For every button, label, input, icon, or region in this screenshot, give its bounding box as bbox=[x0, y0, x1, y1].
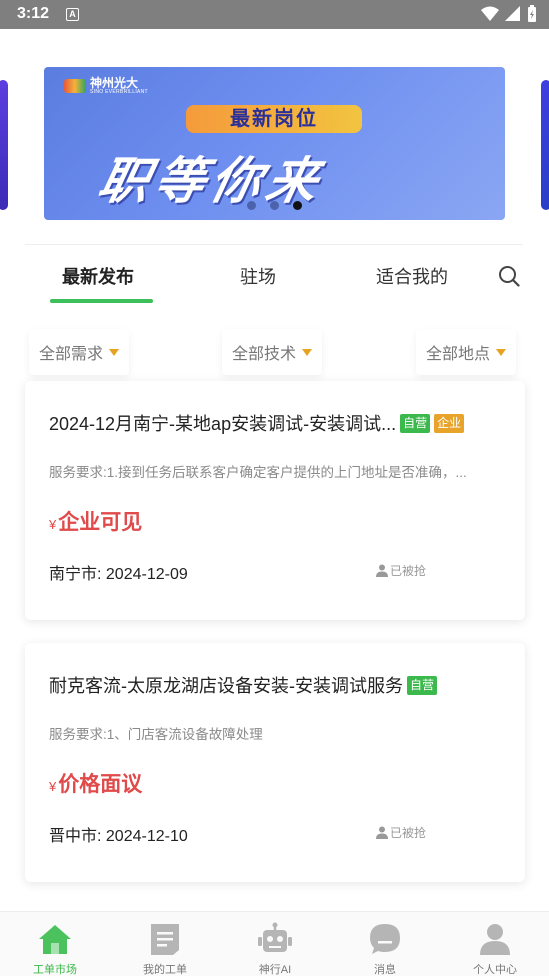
job-description: 服务要求:1.接到任务后联系客户确定客户提供的上门地址是否准确，... bbox=[49, 465, 467, 480]
wifi-icon bbox=[481, 6, 499, 21]
job-title: 耐克客流-太原龙湖店设备安装-安装调试服务 bbox=[49, 676, 403, 696]
job-status: 已被抢 bbox=[376, 562, 426, 579]
job-price: ¥企业可见 bbox=[49, 506, 142, 536]
job-card[interactable]: 耐克客流-太原龙湖店设备安装-安装调试服务 自营 服务要求:1、门店客流设备故障… bbox=[25, 643, 525, 882]
job-price-value: 企业可见 bbox=[58, 511, 143, 534]
tab-suitable[interactable]: 适合我的 bbox=[376, 263, 448, 289]
currency-symbol: ¥ bbox=[49, 779, 57, 794]
job-title-row: 耐克客流-太原龙湖店设备安装-安装调试服务 自营 bbox=[49, 672, 509, 698]
tab-latest[interactable]: 最新发布 bbox=[62, 263, 134, 289]
nav-label: 个人中心 bbox=[473, 964, 517, 976]
nav-label: 消息 bbox=[374, 964, 396, 976]
job-description: 服务要求:1、门店客流设备故障处理 bbox=[49, 727, 263, 742]
job-status-label: 已被抢 bbox=[390, 826, 427, 840]
job-card[interactable]: 2024-12月南宁-某地ap安装调试-安装调试... 自营 企业 服务要求:1… bbox=[25, 381, 525, 620]
filter-location[interactable]: 全部地点 bbox=[416, 329, 517, 375]
filter-demand-label: 全部需求 bbox=[39, 346, 104, 363]
brand-subtitle: SINO EVERBRILLIANT bbox=[90, 89, 148, 95]
carousel-indicator bbox=[247, 201, 302, 210]
badge-enterprise: 企业 bbox=[434, 413, 465, 433]
job-price: ¥价格面议 bbox=[49, 768, 142, 798]
dropdown-arrow-icon bbox=[496, 348, 507, 356]
job-location-date: 晋中市: 2024-12-10 bbox=[49, 828, 188, 845]
status-icons bbox=[481, 5, 537, 23]
orders-icon bbox=[151, 924, 179, 955]
brand-logo: 神州光大 SINO EVERBRILLIANT bbox=[64, 77, 148, 95]
filter-tech[interactable]: 全部技术 bbox=[222, 329, 323, 375]
carousel-dot[interactable] bbox=[247, 201, 256, 210]
signal-icon bbox=[505, 6, 520, 21]
job-title: 2024-12月南宁-某地ap安装调试-安装调试... bbox=[49, 414, 397, 434]
promo-banner[interactable]: 神州光大 SINO EVERBRILLIANT 最新岗位 职等你来 bbox=[44, 67, 505, 220]
filter-location-label: 全部地点 bbox=[426, 346, 491, 363]
status-bar: 3:12 A bbox=[0, 0, 549, 29]
job-status-label: 已被抢 bbox=[390, 564, 427, 578]
message-icon bbox=[370, 924, 400, 954]
job-price-value: 价格面议 bbox=[58, 773, 143, 796]
carousel-next-slide[interactable] bbox=[541, 80, 549, 210]
battery-icon bbox=[528, 5, 536, 22]
filter-demand[interactable]: 全部需求 bbox=[29, 329, 130, 375]
status-time: 3:12 bbox=[17, 5, 50, 22]
carousel-dot[interactable] bbox=[270, 201, 279, 210]
nav-my-orders[interactable]: 我的工单 bbox=[110, 912, 220, 976]
nav-label: 工单市场 bbox=[33, 964, 77, 976]
robot-icon bbox=[258, 922, 292, 952]
brand-logo-icon bbox=[64, 79, 86, 93]
person-icon bbox=[376, 826, 388, 839]
nav-label: 神行AI bbox=[258, 964, 292, 976]
badge-self-operated: 自营 bbox=[400, 413, 431, 433]
filter-tech-label: 全部技术 bbox=[232, 346, 297, 363]
search-icon[interactable] bbox=[498, 265, 520, 287]
nav-label: 我的工单 bbox=[143, 964, 187, 976]
nav-work-order-market[interactable]: 工单市场 bbox=[0, 912, 110, 976]
notification-icon: A bbox=[66, 8, 79, 21]
dropdown-arrow-icon bbox=[109, 348, 120, 356]
tab-bar: 最新发布 驻场 适合我的 bbox=[0, 255, 549, 305]
banner-pill: 最新岗位 bbox=[186, 105, 362, 133]
nav-ai[interactable]: 神行AI bbox=[220, 912, 330, 976]
tab-onsite[interactable]: 驻场 bbox=[240, 263, 276, 289]
tab-active-indicator bbox=[50, 299, 153, 303]
carousel-prev-slide[interactable] bbox=[0, 80, 8, 210]
carousel-dot-active[interactable] bbox=[293, 201, 302, 210]
brand-name: 神州光大 bbox=[90, 76, 139, 90]
home-icon bbox=[39, 925, 71, 954]
bottom-nav: 工单市场 我的工单 神行AI 消息 个人中心 bbox=[0, 911, 549, 976]
user-icon bbox=[480, 924, 510, 955]
person-icon bbox=[376, 564, 388, 577]
job-title-row: 2024-12月南宁-某地ap安装调试-安装调试... 自营 企业 bbox=[49, 410, 509, 436]
job-location-date: 南宁市: 2024-12-09 bbox=[49, 566, 188, 583]
nav-profile[interactable]: 个人中心 bbox=[440, 912, 549, 976]
divider bbox=[25, 244, 523, 245]
currency-symbol: ¥ bbox=[49, 517, 57, 532]
job-status: 已被抢 bbox=[376, 824, 426, 841]
dropdown-arrow-icon bbox=[302, 348, 313, 356]
nav-messages[interactable]: 消息 bbox=[330, 912, 440, 976]
badge-self-operated: 自营 bbox=[407, 675, 438, 695]
